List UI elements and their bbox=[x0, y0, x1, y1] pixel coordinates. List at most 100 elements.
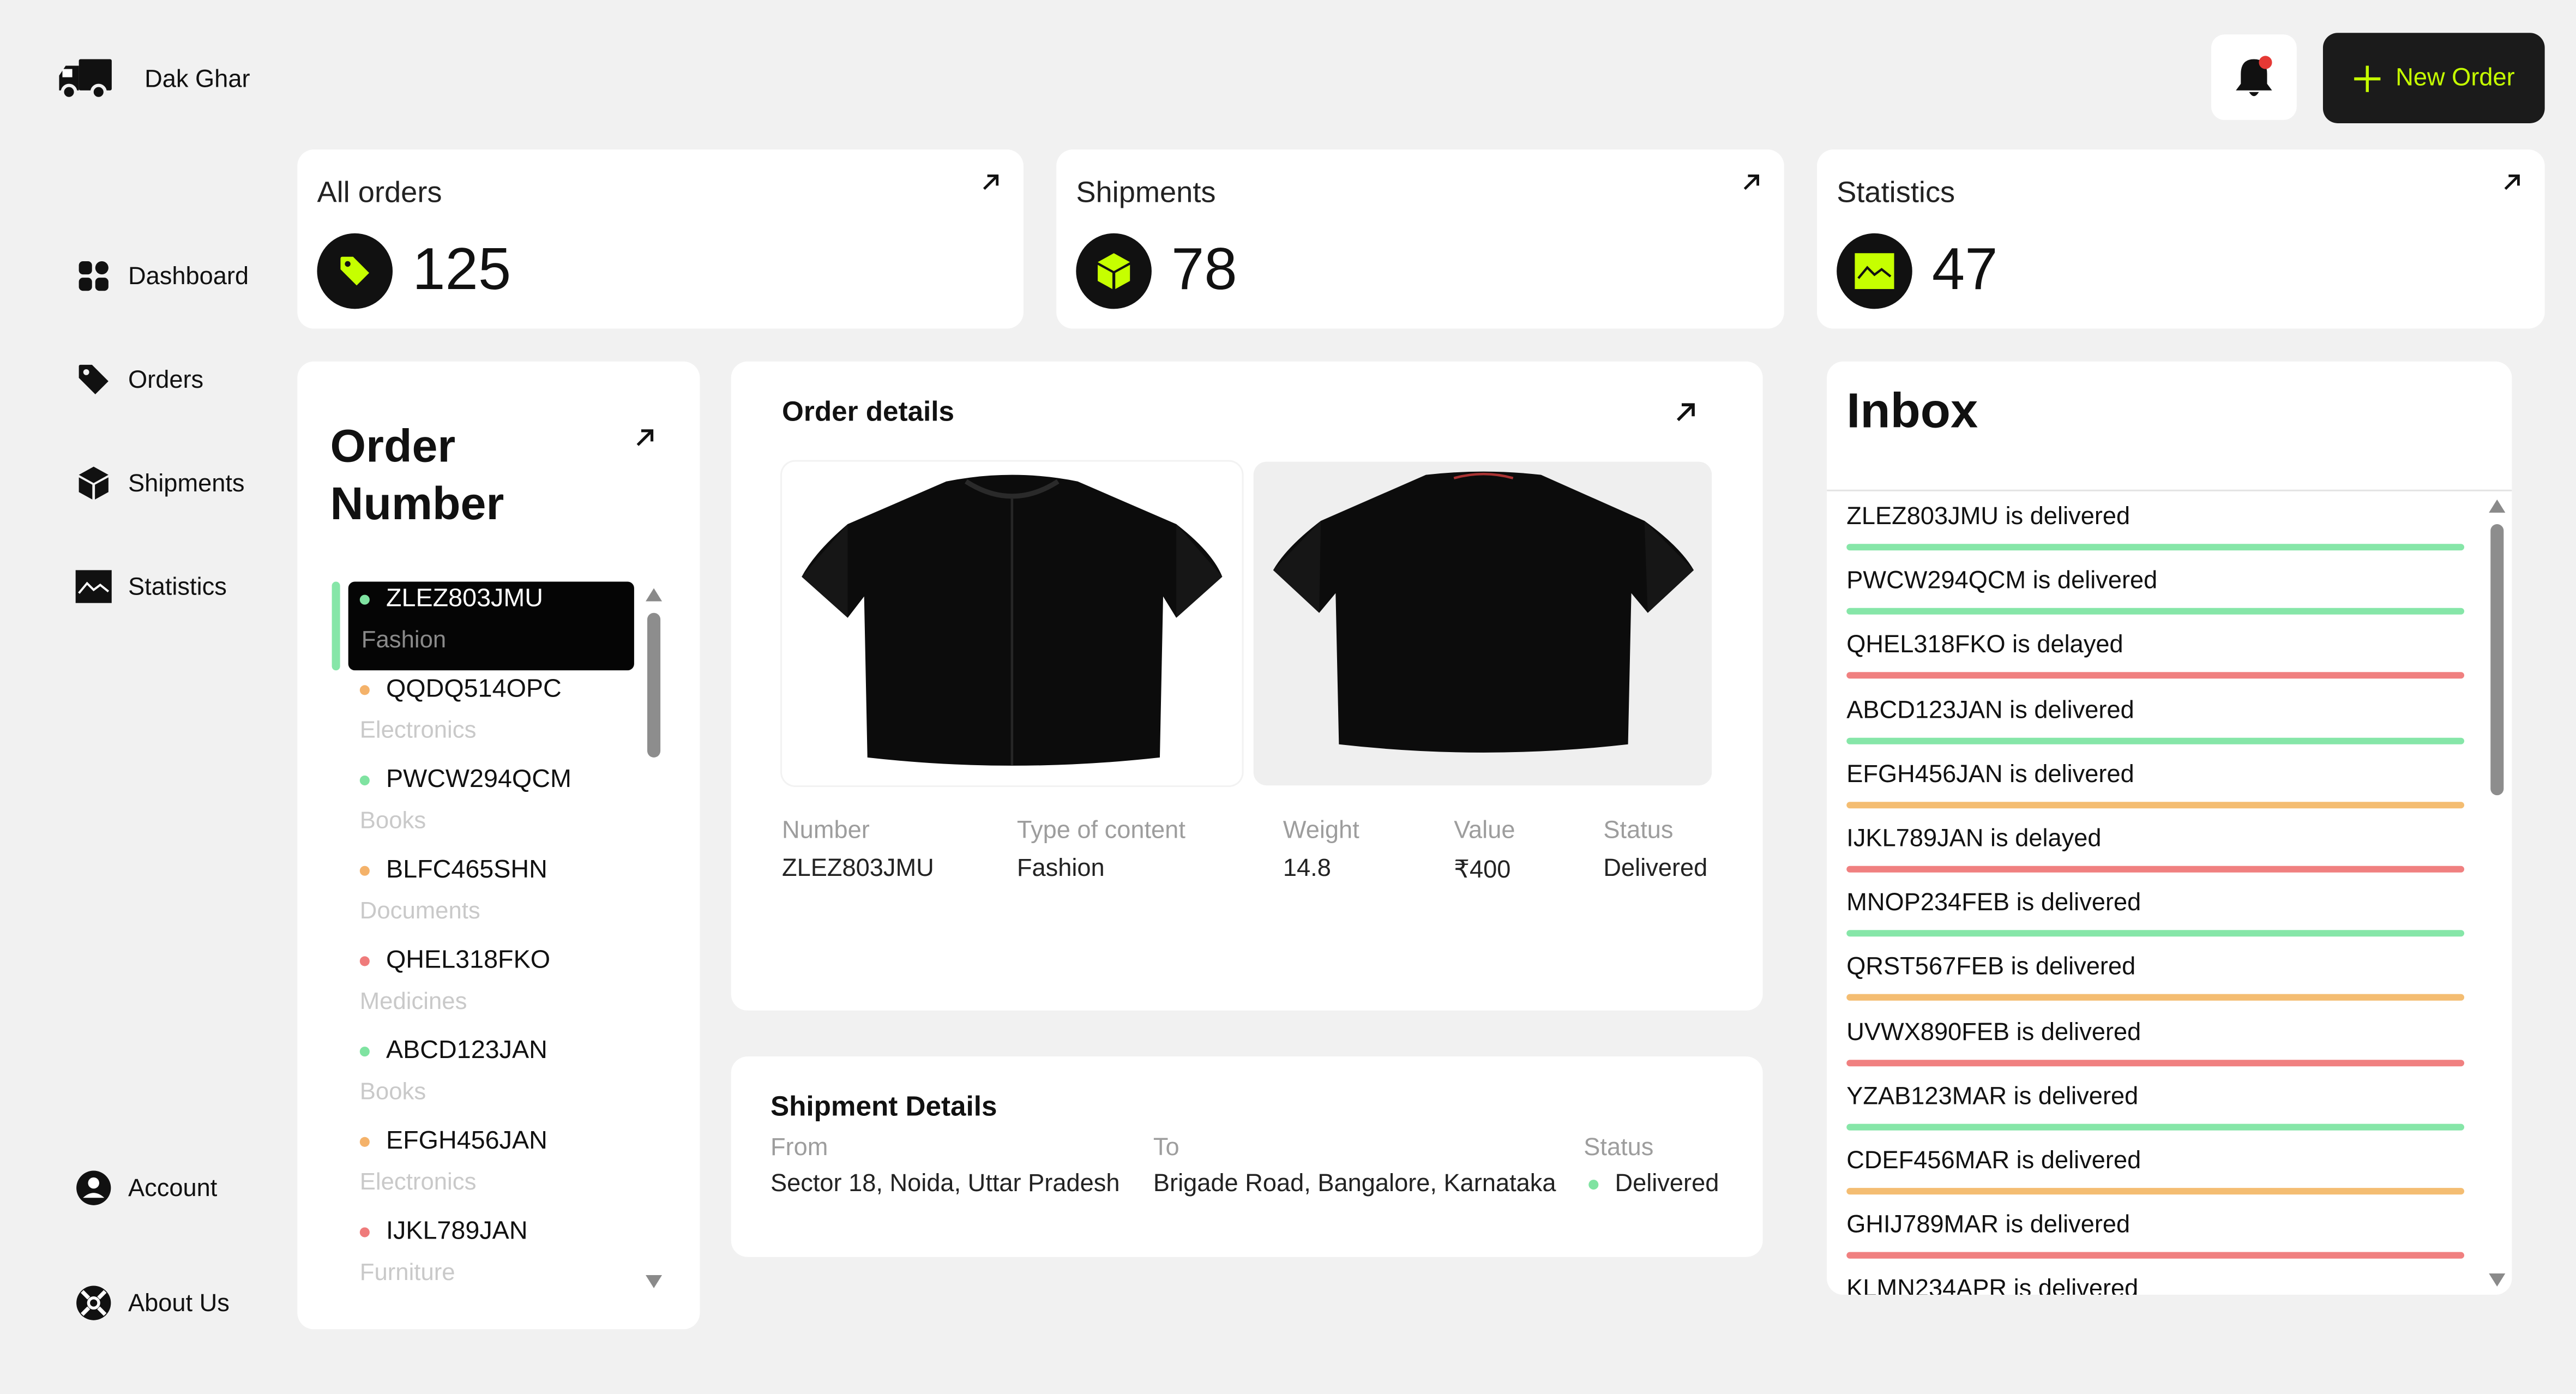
dashboard-icon bbox=[79, 261, 109, 291]
brand: Dak Ghar bbox=[56, 56, 250, 101]
inbox-status-bar bbox=[1846, 544, 2465, 551]
new-order-button[interactable]: New Order bbox=[2322, 33, 2545, 123]
to-value: Brigade Road, Bangalore, Karnataka bbox=[1153, 1170, 1556, 1198]
arrow-up-right-icon[interactable] bbox=[981, 172, 1001, 192]
arrow-up-right-icon[interactable] bbox=[1674, 401, 1697, 424]
status-dot bbox=[359, 775, 370, 785]
status-label: Status bbox=[1584, 1133, 1654, 1162]
order-number-panel: Order Number ZLEZ803JMU Fashion QQDQ514O… bbox=[297, 361, 700, 1330]
inbox-text: YZAB123MAR is delivered bbox=[1846, 1083, 2139, 1111]
inbox-status-bar bbox=[1846, 1252, 2465, 1259]
stat-card-all-orders[interactable]: All orders 125 bbox=[297, 149, 1024, 329]
order-code: ZLEZ803JMU bbox=[386, 585, 544, 613]
scroll-down-arrow[interactable] bbox=[645, 1275, 663, 1288]
app-name: Dak Ghar bbox=[145, 65, 250, 93]
nav-dashboard[interactable]: Dashboard bbox=[76, 258, 249, 294]
order-category: Medicines bbox=[359, 989, 467, 1016]
to-label: To bbox=[1153, 1133, 1179, 1162]
shipment-details-title: Shipment Details bbox=[770, 1091, 997, 1122]
field-weight: Weight 14.8 bbox=[1283, 816, 1359, 882]
inbox-item[interactable]: YZAB123MAR is delivered bbox=[1846, 1083, 2465, 1131]
scroll-up-arrow[interactable] bbox=[2489, 499, 2506, 513]
order-code: ABCD123JAN bbox=[386, 1037, 547, 1065]
nav-shipments-label: Shipments bbox=[128, 469, 245, 497]
inbox-text: IJKL789JAN is delayed bbox=[1846, 825, 2102, 853]
order-list-item[interactable]: ABCD123JAN Books bbox=[359, 1037, 547, 1106]
field-value: Delivered bbox=[1603, 854, 1708, 882]
inbox-status-bar bbox=[1846, 1123, 2465, 1131]
shirt-back-image bbox=[1273, 471, 1694, 753]
order-list-item[interactable]: QHEL318FKO Medicines bbox=[359, 946, 550, 1016]
scroll-up-arrow[interactable] bbox=[645, 588, 663, 602]
notifications-button[interactable] bbox=[2211, 34, 2297, 120]
product-image-front[interactable] bbox=[782, 461, 1242, 786]
nav-account-label: Account bbox=[128, 1174, 218, 1202]
stat-title: Statistics bbox=[1837, 176, 1955, 209]
arrow-up-right-icon[interactable] bbox=[1741, 172, 1761, 192]
order-list-item[interactable]: EFGH456JAN Electronics bbox=[359, 1127, 547, 1196]
inbox-item[interactable]: GHIJ789MAR is delivered bbox=[1846, 1211, 2465, 1259]
stat-card-shipments[interactable]: Shipments 78 bbox=[1056, 149, 1784, 329]
inbox-item[interactable]: QHEL318FKO is delayed bbox=[1846, 631, 2465, 679]
stat-value: 78 bbox=[1171, 235, 1237, 303]
inbox-item[interactable]: CDEF456MAR is delivered bbox=[1846, 1146, 2465, 1195]
field-status: Status Delivered bbox=[1603, 816, 1707, 882]
inbox-item[interactable]: UVWX890FEB is delivered bbox=[1846, 1018, 2465, 1067]
inbox-item[interactable]: MNOP234FEB is delivered bbox=[1846, 888, 2465, 937]
inbox-divider bbox=[1827, 489, 2512, 491]
inbox-item[interactable]: IJKL789JAN is delayed bbox=[1846, 825, 2465, 873]
nav-account[interactable]: Account bbox=[76, 1170, 218, 1206]
order-number-title: Order Number bbox=[330, 417, 504, 532]
inbox-title: Inbox bbox=[1846, 384, 1978, 439]
field-label: Number bbox=[782, 816, 870, 845]
box-icon bbox=[79, 466, 109, 500]
field-label: Weight bbox=[1283, 816, 1359, 845]
arrow-up-right-icon[interactable] bbox=[2502, 172, 2521, 192]
nav-shipments[interactable]: Shipments bbox=[76, 465, 245, 501]
status-dot bbox=[1588, 1180, 1599, 1190]
selected-indicator bbox=[332, 581, 340, 671]
status-dot bbox=[359, 956, 370, 966]
tag-icon bbox=[340, 256, 370, 286]
nav-statistics[interactable]: Statistics bbox=[75, 568, 227, 604]
inbox-item[interactable]: QRST567FEB is delivered bbox=[1846, 953, 2465, 1001]
inbox-item[interactable]: ABCD123JAN is delivered bbox=[1846, 696, 2465, 744]
order-list-item[interactable]: IJKL789JAN Furniture bbox=[359, 1217, 528, 1287]
scrollbar-thumb[interactable] bbox=[647, 612, 661, 758]
inbox-status-bar bbox=[1846, 930, 2465, 937]
order-details-panel: Order details Number ZLEZ803JMU Type of … bbox=[731, 361, 1763, 1011]
inbox-item[interactable]: KLMN234APR is delivered bbox=[1846, 1275, 2464, 1295]
inbox-item[interactable]: EFGH456JAN is delivered bbox=[1846, 761, 2465, 809]
inbox-text: UVWX890FEB is delivered bbox=[1846, 1018, 2141, 1047]
order-list-item[interactable]: ZLEZ803JMU Fashion bbox=[359, 585, 544, 654]
field-value: Value ₹400 bbox=[1454, 816, 1515, 884]
order-list-item[interactable]: QQDQ514OPC Electronics bbox=[359, 675, 562, 744]
chart-icon bbox=[75, 570, 112, 603]
chart-icon bbox=[1855, 253, 1894, 289]
scroll-down-arrow[interactable] bbox=[2489, 1273, 2506, 1287]
order-list-item[interactable]: PWCW294QCM Books bbox=[359, 766, 571, 834]
status-dot bbox=[359, 1046, 370, 1056]
inbox-text: CDEF456MAR is delivered bbox=[1846, 1146, 2141, 1175]
order-code: QQDQ514OPC bbox=[386, 675, 562, 704]
inbox-item[interactable]: ZLEZ803JMU is delivered bbox=[1846, 503, 2465, 551]
order-category: Fashion bbox=[361, 627, 447, 654]
scrollbar-thumb[interactable] bbox=[2490, 524, 2504, 796]
stat-value: 125 bbox=[412, 235, 511, 303]
order-list-item[interactable]: BLFC465SHN Documents bbox=[359, 856, 547, 925]
bell-icon bbox=[2236, 56, 2272, 97]
inbox-panel: Inbox ZLEZ803JMU is delivered PWCW294QCM… bbox=[1827, 361, 2512, 1295]
arrow-up-right-icon[interactable] bbox=[634, 427, 655, 448]
stat-card-statistics[interactable]: Statistics 47 bbox=[1817, 149, 2545, 329]
field-number: Number ZLEZ803JMU bbox=[782, 816, 934, 882]
nav-about-us[interactable]: About Us bbox=[76, 1285, 230, 1321]
product-image-back[interactable] bbox=[1253, 461, 1712, 786]
nav-orders[interactable]: Orders bbox=[76, 362, 203, 398]
field-label: Value bbox=[1454, 816, 1515, 845]
stat-title: Shipments bbox=[1076, 176, 1216, 209]
inbox-status-bar bbox=[1846, 672, 2465, 679]
inbox-item[interactable]: PWCW294QCM is delivered bbox=[1846, 567, 2465, 615]
order-code: BLFC465SHN bbox=[386, 856, 547, 884]
inbox-text: MNOP234FEB is delivered bbox=[1846, 888, 2141, 917]
status-dot bbox=[359, 1227, 370, 1237]
